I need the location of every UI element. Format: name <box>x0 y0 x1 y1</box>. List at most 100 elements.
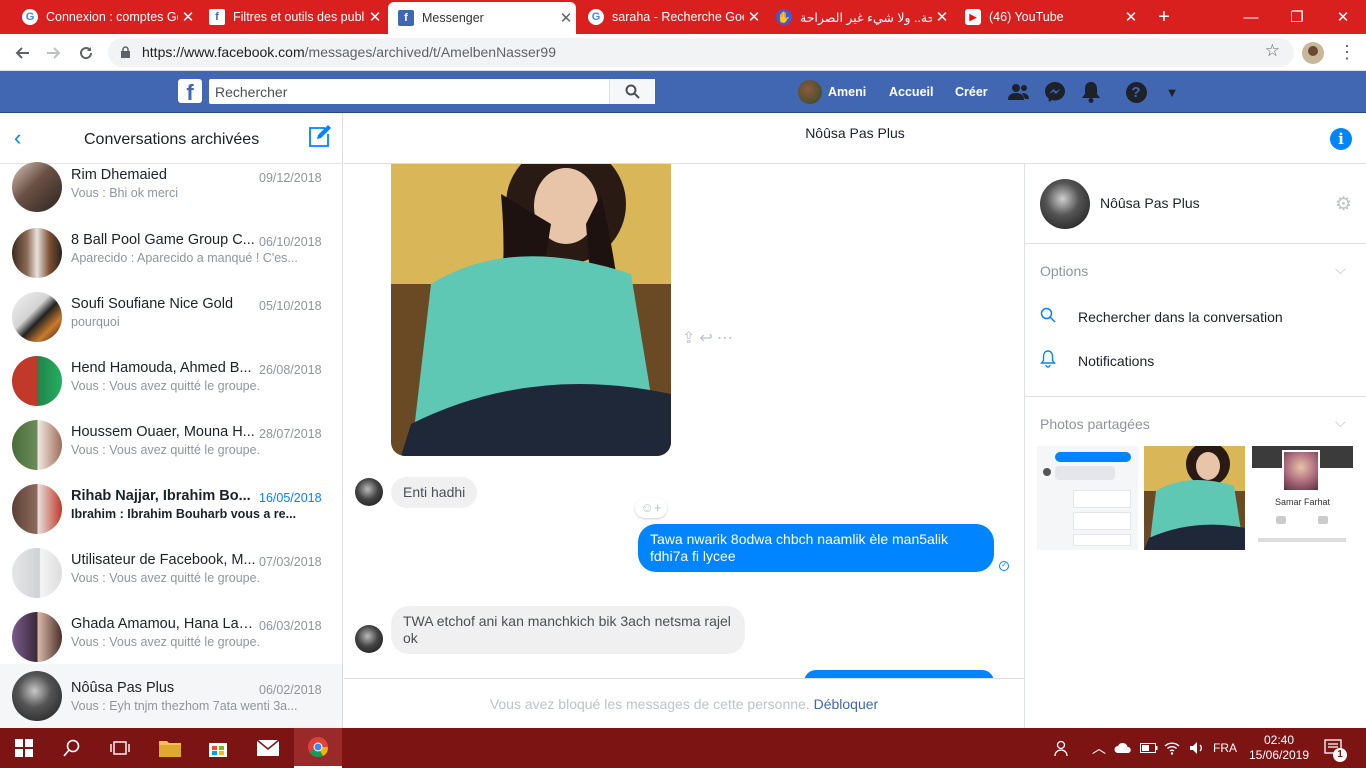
home-link[interactable]: Accueil <box>889 71 933 113</box>
reply-icon[interactable]: ↩ <box>699 328 712 348</box>
conversation-name: Utilisateur de Facebook, M... <box>71 552 256 568</box>
close-icon[interactable]: ✕ <box>365 8 385 26</box>
windows-start-icon[interactable] <box>0 728 48 768</box>
options-heading[interactable]: Options <box>1040 263 1088 279</box>
minimize-button[interactable]: — <box>1228 0 1274 34</box>
avatar[interactable] <box>1040 179 1090 229</box>
language-indicator[interactable]: FRA <box>1213 728 1237 768</box>
reload-button[interactable] <box>70 34 102 71</box>
tab-messenger[interactable]: f Messenger ✕ <box>388 2 576 34</box>
conversation-item-selected[interactable]: Nôûsa Pas Plus 06/02/2018 Vous : Eyh tnj… <box>0 664 342 728</box>
conversation-date: 26/08/2018 <box>259 363 322 377</box>
close-icon[interactable]: ✕ <box>178 8 198 26</box>
search-conversation-option[interactable]: Rechercher dans la conversation <box>1040 307 1283 326</box>
mail-icon[interactable] <box>244 728 292 768</box>
sidebar-header: ‹ Conversations archivées <box>0 113 342 164</box>
forward-button[interactable] <box>38 34 70 71</box>
shared-photos-heading[interactable]: Photos partagées <box>1040 416 1150 432</box>
menu-icon[interactable]: ⋮ <box>1338 42 1356 62</box>
shared-photo[interactable] <box>391 164 671 456</box>
create-link[interactable]: Créer <box>955 71 988 113</box>
caret-down-icon[interactable]: ▼ <box>1160 80 1184 104</box>
people-icon[interactable] <box>1054 728 1072 768</box>
shared-photo-thumb[interactable] <box>1144 446 1245 550</box>
facebook-logo[interactable]: f <box>178 79 202 103</box>
conversation-item[interactable]: Utilisateur de Facebook, M... 07/03/2018… <box>0 542 342 606</box>
avatar <box>12 162 62 212</box>
search-icon[interactable] <box>48 728 96 768</box>
message-bubble-incoming: Enti hadhi <box>391 477 478 508</box>
conversation-item[interactable]: Houssem Ouaer, Mouna H... 28/07/2018 Vou… <box>0 414 342 478</box>
google-icon: G <box>22 9 38 25</box>
facebook-header: f Ameni Accueil Créer ? ▼ <box>0 71 1366 113</box>
profile-link[interactable]: Ameni <box>798 71 866 113</box>
avatar <box>12 548 62 598</box>
store-icon[interactable] <box>194 728 242 768</box>
search-box <box>209 79 655 104</box>
conversation-snippet: pourquoi <box>71 315 120 329</box>
wifi-icon[interactable] <box>1164 728 1180 768</box>
shared-photo-thumb[interactable] <box>1037 446 1138 550</box>
close-icon[interactable]: ✕ <box>744 8 764 26</box>
close-icon[interactable]: ✕ <box>932 8 952 26</box>
tab-facebook-filters[interactable]: f Filtres et outils des publications ✕ <box>199 0 385 34</box>
tab-saraha[interactable]: ✋ الصراحة.. ولا شيء غير الصراحة ✕ <box>766 0 952 34</box>
sent-check-icon: ✓ <box>999 561 1009 571</box>
star-icon[interactable]: ☆ <box>1265 41 1280 61</box>
close-icon[interactable]: ✕ <box>1121 8 1141 26</box>
action-center-icon[interactable]: 1 <box>1324 728 1347 768</box>
share-icon[interactable]: ⇪ <box>682 328 695 348</box>
chevron-down-icon[interactable]: ⌵ <box>1335 261 1346 278</box>
friends-icon[interactable] <box>1007 80 1031 104</box>
avatar <box>12 671 62 721</box>
date-text: 15/06/2019 <box>1248 748 1310 762</box>
conversation-date: 28/07/2018 <box>259 427 322 441</box>
notification-count-badge: 1 <box>1333 748 1347 762</box>
back-button[interactable] <box>6 34 38 71</box>
conversation-item[interactable]: Rim Dhemaied 09/12/2018 Vous : Bhi ok me… <box>0 162 342 228</box>
task-view-icon[interactable] <box>96 728 144 768</box>
info-icon[interactable]: i <box>1330 128 1352 150</box>
onedrive-icon[interactable] <box>1114 728 1132 768</box>
blocked-text: Vous avez bloqué les messages de cette p… <box>489 696 810 712</box>
messenger-icon[interactable] <box>1043 80 1067 104</box>
chrome-icon[interactable] <box>294 728 342 768</box>
conversation-item[interactable]: 8 Ball Pool Game Group C... 06/10/2018 A… <box>0 222 342 286</box>
shared-photo-thumb[interactable]: Samar Farhat <box>1252 446 1353 550</box>
clock[interactable]: 02:40 15/06/2019 <box>1248 728 1310 768</box>
chevron-up-icon[interactable]: ︿ <box>1092 728 1106 768</box>
conversation-item[interactable]: Hend Hamouda, Ahmed B... 26/08/2018 Vous… <box>0 350 342 414</box>
file-explorer-icon[interactable] <box>146 728 194 768</box>
new-tab-button[interactable]: + <box>1142 0 1186 34</box>
emoji-react-icon[interactable]: ☺+ <box>635 498 667 518</box>
gear-icon[interactable]: ⚙ <box>1335 193 1352 216</box>
search-button[interactable] <box>609 79 655 104</box>
url-text: https://www.facebook.com/messages/archiv… <box>142 44 556 60</box>
conversation-item[interactable]: Ghada Amamou, Hana Lac... 06/03/2018 Vou… <box>0 606 342 670</box>
compose-icon[interactable] <box>307 125 331 149</box>
close-window-button[interactable]: ✕ <box>1320 0 1366 34</box>
profile-avatar[interactable] <box>1302 42 1324 64</box>
tab-google-account[interactable]: G Connexion : comptes Google ✕ <box>12 0 198 34</box>
help-icon[interactable]: ? <box>1124 80 1148 104</box>
volume-icon[interactable] <box>1189 728 1205 768</box>
search-input[interactable] <box>215 82 605 101</box>
back-arrow-icon[interactable]: ‹ <box>14 127 21 149</box>
restore-button[interactable]: ❐ <box>1274 0 1320 34</box>
more-icon[interactable]: ⋯ <box>717 328 733 348</box>
conversation-item[interactable]: Rihab Najjar, Ibrahim Bo... 16/05/2018 I… <box>0 478 342 542</box>
chevron-down-icon[interactable]: ⌵ <box>1335 414 1346 431</box>
conversation-name: Rihab Najjar, Ibrahim Bo... <box>71 488 251 504</box>
battery-icon[interactable] <box>1140 728 1158 768</box>
unblock-link[interactable]: Débloquer <box>814 696 879 712</box>
url-field[interactable]: https://www.facebook.com/messages/archiv… <box>108 38 1294 67</box>
conversation-item[interactable]: Soufi Soufiane Nice Gold 05/10/2018 pour… <box>0 286 342 350</box>
close-icon[interactable]: ✕ <box>556 9 576 27</box>
tab-youtube[interactable]: ▶ (46) YouTube ✕ <box>955 0 1141 34</box>
bell-icon[interactable] <box>1079 80 1103 104</box>
conversation-date: 05/10/2018 <box>259 299 322 313</box>
notifications-option[interactable]: Notifications <box>1040 350 1154 371</box>
conversation-date: 07/03/2018 <box>259 555 322 569</box>
conversation-date: 06/03/2018 <box>259 619 322 633</box>
tab-saraha-search[interactable]: G saraha - Recherche Google ✕ <box>578 0 764 34</box>
